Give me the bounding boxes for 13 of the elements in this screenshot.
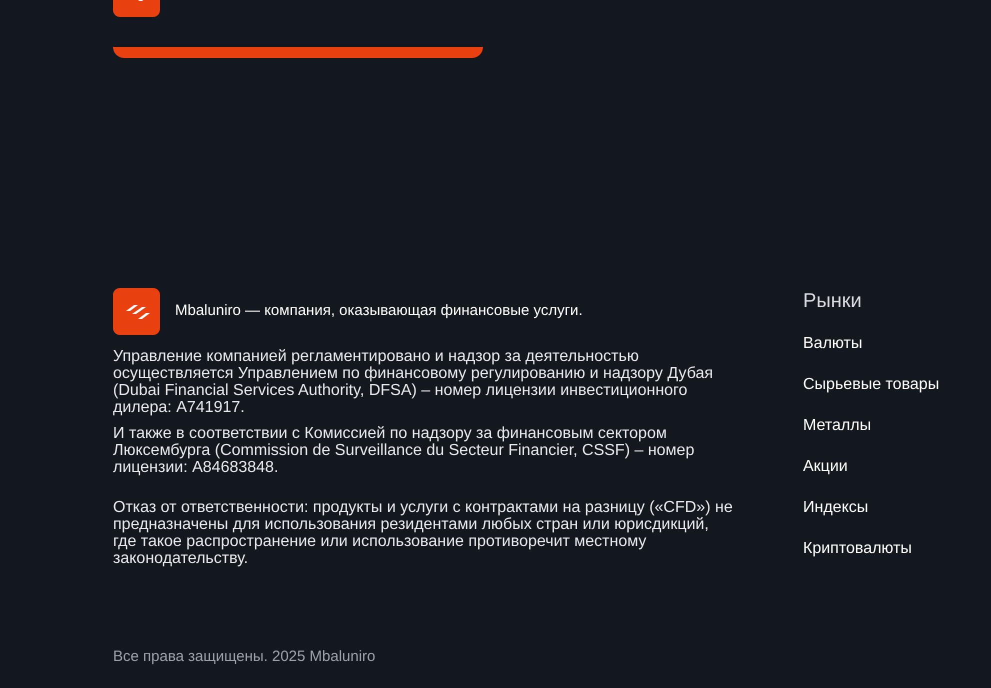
footer-link[interactable]: Валюты <box>803 334 940 354</box>
footer-link[interactable]: Акции <box>803 457 940 477</box>
footer-link[interactable]: Металлы <box>803 416 940 436</box>
copyright-text: Все права защищены. 2025 Mbaluniro <box>113 648 376 665</box>
footer-link[interactable]: Индексы <box>803 498 940 518</box>
legal-paragraph: Управление компанией регламентировано и надзор за деятельностью осуществляется Управлением по финансовому регулированию и надзору Дубая (Dubai Financial Services Authority, DFSA) – номер лицензии инвестиционного дилера: A741917. <box>113 348 714 416</box>
menu-heading: Рынки <box>803 289 863 314</box>
company-tagline: Mbaluniro — компания, оказывающая финансовые услуги. <box>175 301 583 322</box>
legal-paragraph: Отказ от ответственности: продукты и услуги с контрактами на разницу («CFD») не предназначены для использования резидентами любых стран или юрисдикций, где такое распространение или использование противоречит местному законодательству. <box>113 499 733 567</box>
footer-link[interactable]: Сырьевые товары <box>803 375 940 395</box>
logo-icon <box>113 288 160 335</box>
legal-paragraph: И также в соответствии с Комиссией по надзору за финансовым сектором Люксембурга (Commission de Surveillance du Secteur Financier, CSSF) – номер лицензии: A84683848. <box>113 425 696 476</box>
footer-link[interactable]: Криптовалюты <box>803 539 940 559</box>
